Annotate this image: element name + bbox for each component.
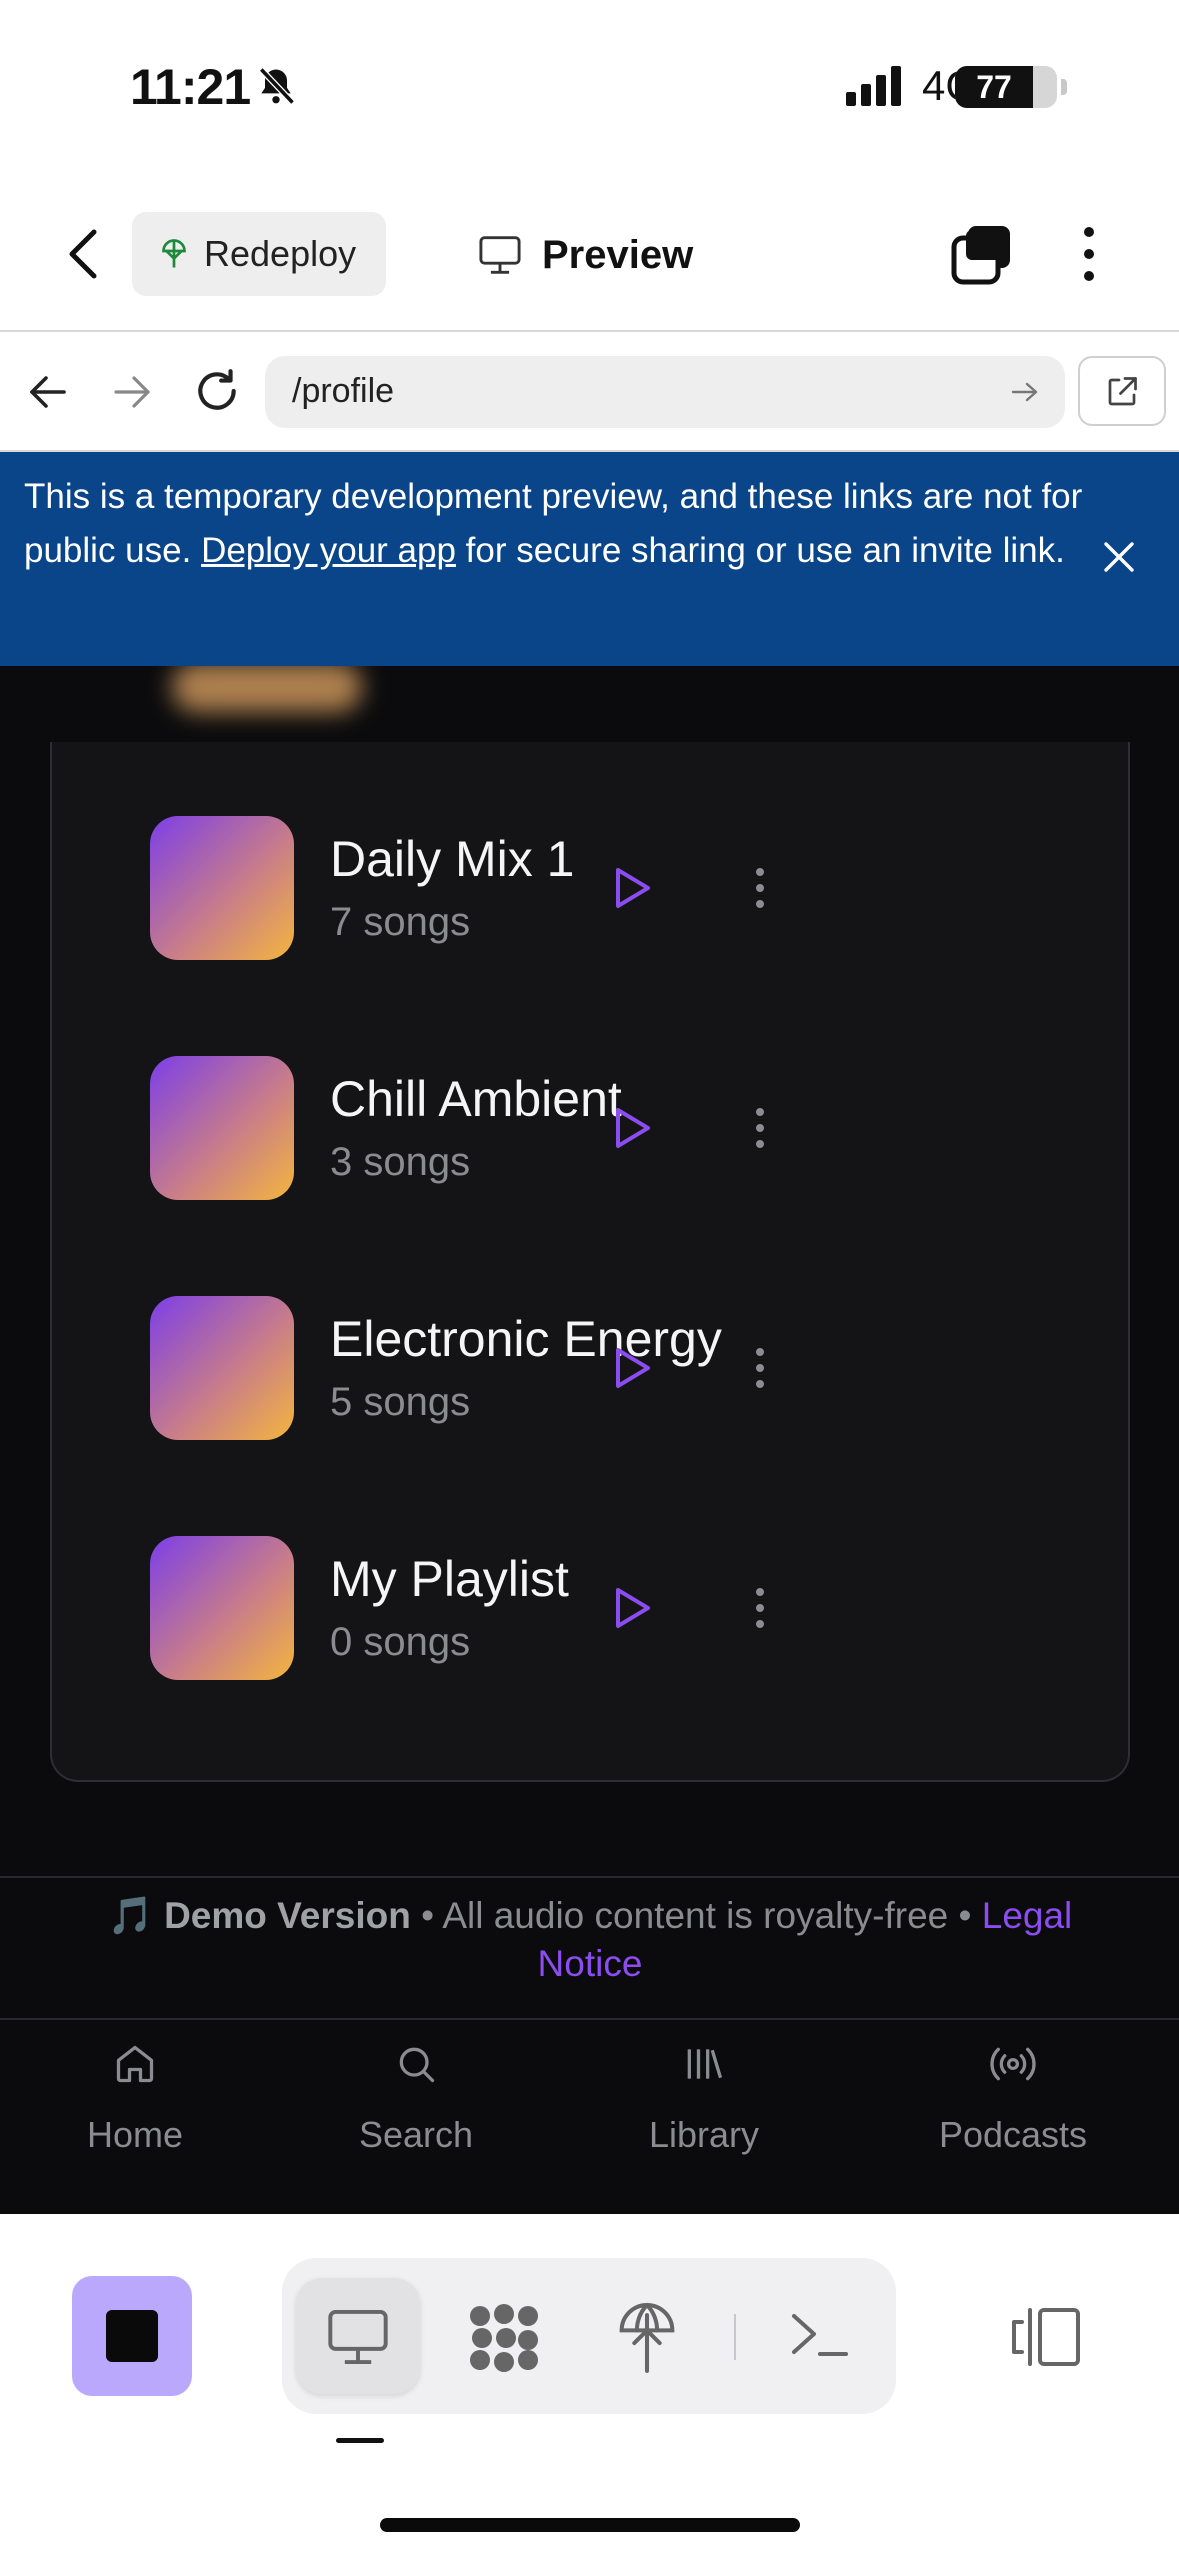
play-icon[interactable] [610,866,654,910]
more-vertical-icon[interactable] [750,1344,770,1392]
stop-button[interactable] [72,2276,192,2396]
divider [0,2018,1179,2020]
nav-label: Home [86,2114,184,2155]
more-vertical-icon[interactable] [750,864,770,912]
playlist-song-count: 5 songs [330,1380,471,1424]
browser-forward-icon[interactable] [110,372,154,412]
banner-text: This is a temporary development preview,… [24,470,1084,578]
dev-preview-banner: This is a temporary development preview,… [0,452,1179,666]
library-icon [687,2049,723,2079]
status-time: 11:21 [130,59,251,115]
redeploy-label: Redeploy [204,233,357,274]
back-chevron-icon[interactable] [62,226,106,282]
battery-level: 77 [976,69,1012,105]
go-arrow-icon[interactable] [1010,380,1040,404]
play-icon[interactable] [610,1106,654,1150]
home-indicator [380,2518,800,2532]
playlist-cover [150,1296,294,1440]
playlist-cover [150,816,294,960]
battery-icon: 77 [955,66,1075,108]
play-icon[interactable] [610,1586,654,1630]
music-note-icon: 🎵 [107,1895,154,1936]
nav-search[interactable]: Search [296,2034,536,2156]
deploy-tree-icon [162,239,186,268]
more-vertical-icon[interactable] [750,1584,770,1632]
play-icon[interactable] [610,1346,654,1390]
nav-podcasts[interactable]: Podcasts [893,2034,1133,2156]
nav-home[interactable]: Home [15,2034,255,2156]
layout-panels-icon[interactable] [1010,2306,1082,2368]
playlist-cover [150,1056,294,1200]
monitor-icon [479,236,521,274]
preview-label: Preview [542,232,694,277]
monitor-icon [328,2309,388,2365]
stop-icon [106,2310,158,2362]
search-icon [399,2047,435,2083]
playlist-item[interactable]: Electronic Energy 5 songs [150,1296,1050,1440]
banner-text-end: for secure sharing or use an invite link… [455,531,1065,570]
nav-label: Podcasts [938,2114,1088,2155]
nav-library[interactable]: Library [584,2034,824,2156]
demo-footer: 🎵 Demo Version • All audio content is ro… [60,1892,1120,1988]
close-icon[interactable] [1100,538,1138,576]
external-link-icon [1108,377,1137,406]
terminal-icon[interactable] [788,2308,852,2364]
playlist-name: My Playlist [330,1551,569,1607]
playlist-item[interactable]: Daily Mix 1 7 songs [150,816,1050,960]
nav-label: Search [358,2114,474,2155]
playlist-cover [150,1536,294,1680]
tabs-icon[interactable] [950,222,1014,286]
playlist-item[interactable]: Chill Ambient 3 songs [150,1056,1050,1200]
playlist-name: Daily Mix 1 [330,831,575,887]
browser-back-icon[interactable] [26,372,70,412]
app-preview: Daily Mix 1 7 songs Chill Ambient 3 song… [0,452,1179,2214]
nav-label: Library [648,2114,760,2155]
divider [734,2314,736,2360]
playlist-name: Electronic Energy [330,1311,722,1367]
demo-version-label: Demo Version [164,1895,411,1936]
more-vertical-icon[interactable] [750,1104,770,1152]
open-external-button[interactable] [1078,356,1166,426]
divider [0,1876,1179,1878]
playlist-item[interactable]: My Playlist 0 songs [150,1536,1050,1680]
header-partial [172,662,362,712]
playlist-song-count: 7 songs [330,900,471,944]
preview-view-button[interactable] [296,2278,420,2394]
signal-icon [846,66,901,106]
agent-icon[interactable] [466,2302,542,2374]
bell-muted-icon [259,67,295,105]
url-path: /profile [292,372,395,410]
more-vertical-icon[interactable] [1074,224,1104,284]
home-icon [116,2045,154,2083]
redeploy-button[interactable]: Redeploy [132,212,386,296]
deploy-icon[interactable] [616,2300,678,2376]
podcast-icon [990,2047,1036,2081]
reload-icon[interactable] [192,366,242,416]
preview-tab[interactable]: Preview [478,222,693,288]
deploy-app-link[interactable]: Deploy your app [201,531,456,570]
playlist-song-count: 3 songs [330,1140,471,1184]
active-indicator [336,2438,384,2443]
playlist-song-count: 0 songs [330,1620,471,1664]
playlist-name: Chill Ambient [330,1071,622,1127]
playlist-card: Daily Mix 1 7 songs Chill Ambient 3 song… [50,742,1130,1782]
footer-text: • All audio content is royalty-free • [410,1895,982,1936]
